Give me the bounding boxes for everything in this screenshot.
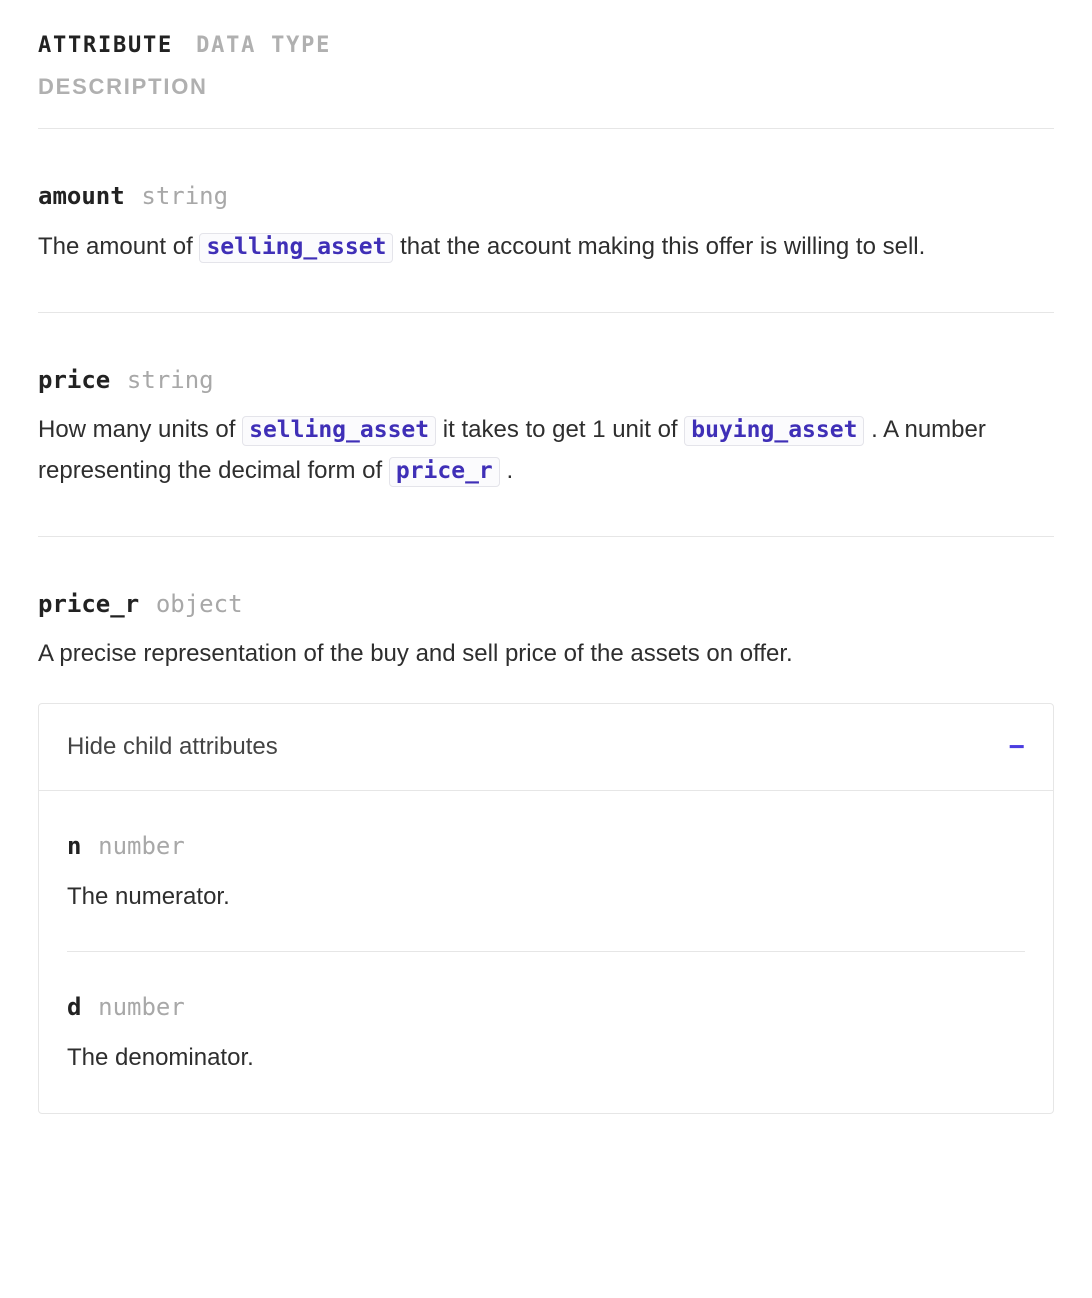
- attribute-row-amount: amount string The amount of selling_asse…: [38, 129, 1054, 311]
- attribute-name: price: [38, 366, 110, 394]
- attribute-header: n number: [67, 827, 1025, 866]
- attribute-type: string: [141, 182, 228, 210]
- desc-text: that the account making this offer is wi…: [400, 233, 925, 260]
- desc-text: How many units of: [38, 416, 242, 443]
- attribute-header: price_r object: [38, 585, 1054, 624]
- attribute-row-price-r: price_r object A precise representation …: [38, 537, 1054, 1114]
- attribute-name: price_r: [38, 590, 139, 618]
- attribute-header: d number: [67, 988, 1025, 1027]
- attribute-name: amount: [38, 182, 125, 210]
- attribute-row-price: price string How many units of selling_a…: [38, 313, 1054, 536]
- child-attributes-box: Hide child attributes − n number The num…: [38, 703, 1054, 1114]
- desc-text: it takes to get 1 unit of: [443, 416, 684, 443]
- header-description: DESCRIPTION: [38, 69, 1054, 104]
- attribute-description: A precise representation of the buy and …: [38, 634, 1054, 675]
- desc-text: The amount of: [38, 233, 199, 260]
- attribute-header: amount string: [38, 177, 1054, 216]
- attribute-description: How many units of selling_asset it takes…: [38, 410, 1054, 492]
- attribute-type: string: [127, 366, 214, 394]
- child-attribute-d: d number The denominator.: [67, 951, 1025, 1112]
- attribute-description: The denominator.: [67, 1038, 1025, 1079]
- code-buying-asset: buying_asset: [684, 416, 864, 446]
- attribute-description: The numerator.: [67, 877, 1025, 918]
- attribute-name: n: [67, 832, 81, 860]
- code-price-r: price_r: [389, 457, 500, 487]
- attribute-type: number: [98, 832, 185, 860]
- code-selling-asset: selling_asset: [242, 416, 436, 446]
- attribute-header: price string: [38, 361, 1054, 400]
- header-data-type: DATA TYPE: [196, 33, 331, 58]
- desc-text: .: [506, 457, 513, 484]
- header-attribute: ATTRIBUTE: [38, 33, 173, 58]
- minus-icon: −: [1009, 733, 1025, 761]
- code-selling-asset: selling_asset: [199, 233, 393, 263]
- attribute-type: number: [98, 993, 185, 1021]
- hide-child-attributes-toggle[interactable]: Hide child attributes −: [39, 704, 1053, 791]
- attribute-type: object: [156, 590, 243, 618]
- attribute-name: d: [67, 993, 81, 1021]
- table-header-row: ATTRIBUTE DATA TYPE: [38, 28, 1054, 63]
- toggle-label: Hide child attributes: [67, 728, 278, 766]
- child-attributes-body: n number The numerator. d number The den…: [39, 791, 1053, 1112]
- attribute-description: The amount of selling_asset that the acc…: [38, 227, 1054, 268]
- child-attribute-n: n number The numerator.: [67, 791, 1025, 951]
